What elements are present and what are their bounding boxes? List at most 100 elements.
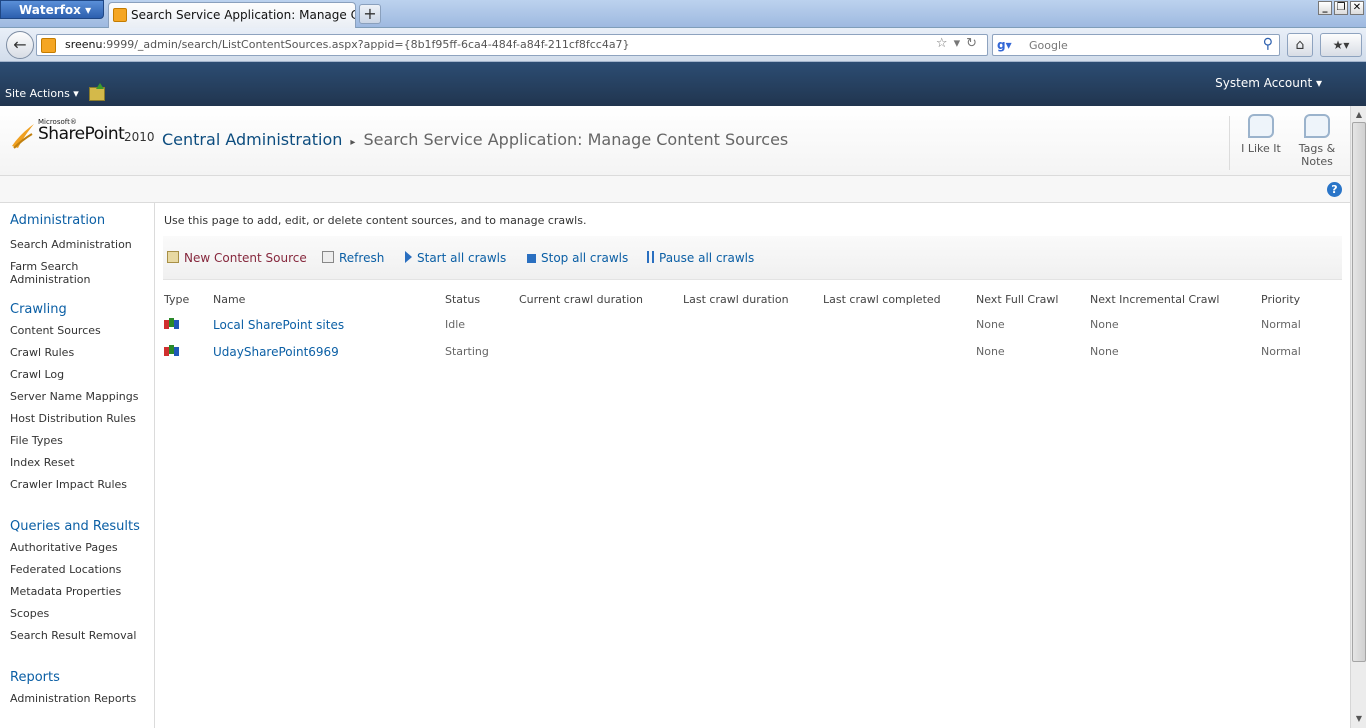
nav-item-search-result-removal[interactable]: Search Result Removal [0,629,154,642]
url-text: sreenu:9999/_admin/search/ListContentSou… [65,38,630,51]
help-icon[interactable]: ? [1327,182,1342,197]
nav-item-crawler-impact-rules[interactable]: Crawler Impact Rules [0,478,154,491]
column-header-name[interactable]: Name [212,289,444,312]
bookmarks-button[interactable]: ★▾ [1320,33,1362,57]
scroll-up-icon[interactable]: ▲ [1352,108,1366,122]
account-menu[interactable]: System Account ▾ [1215,76,1322,90]
refresh-icon [322,251,334,263]
column-header-last-crawl-completed[interactable]: Last crawl completed [822,289,975,312]
restore-icon[interactable]: ❐ [1334,1,1348,15]
i-like-it-button[interactable]: I Like It [1232,114,1290,155]
sharepoint-logo[interactable]: Microsoft® SharePoint 2010 [10,118,155,158]
content-source-type-icon [164,315,180,331]
nav-item-content-sources[interactable]: Content Sources [0,324,154,337]
vertical-scrollbar[interactable]: ▲ ▼ [1350,106,1366,728]
pause-all-crawls-button[interactable]: Pause all crawls [647,251,754,265]
last-crawl-completed-cell [822,311,975,338]
site-actions-menu[interactable]: Site Actions ▾ [5,87,79,100]
sharepoint-ribbon: Site Actions ▾ System Account ▾ [0,62,1366,106]
google-engine-icon[interactable]: g▾ [997,38,1013,53]
tags-notes-icon [1304,114,1330,138]
play-icon [405,251,412,263]
status-cell: Idle [445,318,466,332]
column-header-status[interactable]: Status [444,289,518,312]
new-tab-button[interactable]: + [359,4,381,24]
stop-all-crawls-button[interactable]: Stop all crawls [527,251,628,265]
logo-year: 2010 [124,130,155,144]
search-bar[interactable]: g▾ Google ⚲ [992,34,1280,56]
like-tag-icon [1248,114,1274,138]
column-header-priority[interactable]: Priority [1260,289,1342,312]
address-bar[interactable]: sreenu:9999/_admin/search/ListContentSou… [36,34,988,56]
nav-item-server-name-mappings[interactable]: Server Name Mappings [0,390,154,403]
content-source-link[interactable]: UdaySharePoint6969 [213,345,339,359]
nav-item-search-administration[interactable]: Search Administration [0,238,154,251]
scroll-down-icon[interactable]: ▼ [1352,712,1366,726]
nav-item-metadata-properties[interactable]: Metadata Properties [0,585,154,598]
new-content-source-icon [167,251,179,263]
pause-all-crawls-label: Pause all crawls [659,251,755,265]
scrollbar-thumb[interactable] [1352,122,1366,662]
name-cell: Local SharePoint sites [212,311,444,338]
site-identity-icon[interactable] [41,38,56,53]
column-header-next-incremental-crawl[interactable]: Next Incremental Crawl [1089,289,1260,312]
priority-cell: Normal [1261,318,1301,332]
nav-item-scopes[interactable]: Scopes [0,607,154,620]
start-all-crawls-button[interactable]: Start all crawls [405,251,506,265]
browser-navbar: ← sreenu:9999/_admin/search/ListContentS… [0,28,1366,62]
browser-tab-active[interactable]: Search Service Application: Manage Conte… [108,2,356,28]
nav-heading-crawling[interactable]: Crawling [0,302,154,318]
nav-item-authoritative-pages[interactable]: Authoritative Pages [0,541,154,554]
nav-item-farm-search-administration[interactable]: Farm Search Administration [0,260,110,286]
app-menu-button[interactable]: Waterfox ▾ [0,0,104,19]
refresh-label: Refresh [339,251,385,265]
content-source-link[interactable]: Local SharePoint sites [213,318,344,332]
content-source-type-icon [164,342,180,358]
account-name: System Account [1215,76,1313,90]
breadcrumb-separator-icon: ▸ [350,137,356,148]
next-full-crawl-cell: None [976,345,1005,358]
stop-icon [527,254,536,263]
close-icon[interactable]: ✕ [1350,1,1364,15]
current-crawl-duration-cell [518,311,682,338]
left-navigation: Administration Search Administration Far… [0,203,155,728]
breadcrumb: Central Administration ▸ Search Service Ap… [162,130,788,149]
search-placeholder: Google [1029,39,1068,52]
nav-heading-reports[interactable]: Reports [0,670,154,686]
current-crawl-duration-cell [518,338,682,365]
search-go-icon[interactable]: ⚲ [1263,36,1273,52]
nav-item-crawl-rules[interactable]: Crawl Rules [0,346,154,359]
nav-item-federated-locations[interactable]: Federated Locations [0,563,154,576]
nav-heading-queries-and-results[interactable]: Queries and Results [0,519,154,535]
stop-all-crawls-label: Stop all crawls [541,251,629,265]
nav-item-crawl-log[interactable]: Crawl Log [0,368,154,381]
title-area: Microsoft® SharePoint 2010 Central Admin… [0,106,1350,176]
sharepoint-favicon-icon [113,8,127,22]
browser-titlebar: Waterfox ▾ Search Service Application: M… [0,0,1366,28]
column-header-current-crawl-duration[interactable]: Current crawl duration [518,289,682,312]
nav-item-host-distribution-rules[interactable]: Host Distribution Rules [0,412,154,425]
nav-item-administration-reports[interactable]: Administration Reports [0,692,154,705]
breadcrumb-root-link[interactable]: Central Administration [162,130,342,149]
type-cell [163,338,212,365]
navigate-up-icon[interactable] [89,83,105,101]
home-button[interactable]: ⌂ [1287,33,1313,57]
column-header-last-crawl-duration[interactable]: Last crawl duration [682,289,822,312]
nav-heading-administration[interactable]: Administration [0,213,154,229]
nav-item-file-types[interactable]: File Types [0,434,154,447]
content-toolbar: New Content Source Refresh Start all cra… [163,236,1342,280]
last-crawl-completed-cell [822,338,975,365]
refresh-button[interactable]: Refresh [322,251,384,265]
nav-item-index-reset[interactable]: Index Reset [0,456,154,469]
column-header-type[interactable]: Type [163,289,212,312]
back-button[interactable]: ← [6,31,34,59]
column-header-next-full-crawl[interactable]: Next Full Crawl [975,289,1089,312]
app-menu-label: Waterfox [19,3,81,17]
sharepoint-swoosh-icon [12,124,34,149]
last-crawl-duration-cell [682,311,822,338]
tags-notes-label-1: Tags & [1298,142,1336,155]
new-content-source-button[interactable]: New Content Source [167,251,307,265]
tags-notes-button[interactable]: Tags & Notes [1288,114,1346,168]
bookmark-star-icon[interactable]: ☆▾↻ [936,36,983,51]
minimize-icon[interactable]: _ [1318,1,1332,15]
